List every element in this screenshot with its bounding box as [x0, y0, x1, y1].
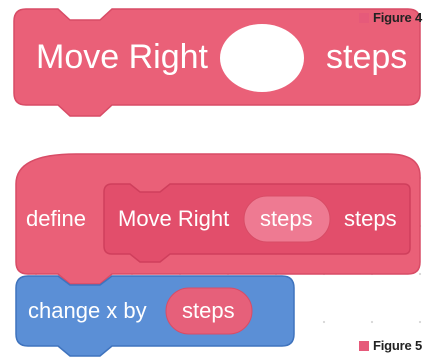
move-right-label: Move Right [36, 38, 208, 76]
prototype-param-label: steps [260, 206, 313, 231]
steps-reporter-label: steps [182, 298, 235, 323]
square-bullet-icon [359, 12, 370, 23]
figure-4-caption: Figure 4 [359, 10, 422, 25]
prototype-steps-label: steps [344, 206, 397, 231]
figure-4-label: Figure 4 [373, 10, 422, 25]
figure-5-label: Figure 5 [373, 338, 422, 353]
stage: Move Right steps define Move Right steps… [0, 0, 430, 358]
empty-input-slot[interactable] [220, 24, 304, 92]
change-x-label: change x by [28, 298, 147, 323]
figure-5-caption: Figure 5 [359, 338, 422, 353]
steps-label: steps [326, 38, 408, 76]
define-label: define [26, 206, 86, 231]
square-bullet-icon [359, 340, 370, 351]
prototype-move-right-label: Move Right [118, 206, 230, 231]
